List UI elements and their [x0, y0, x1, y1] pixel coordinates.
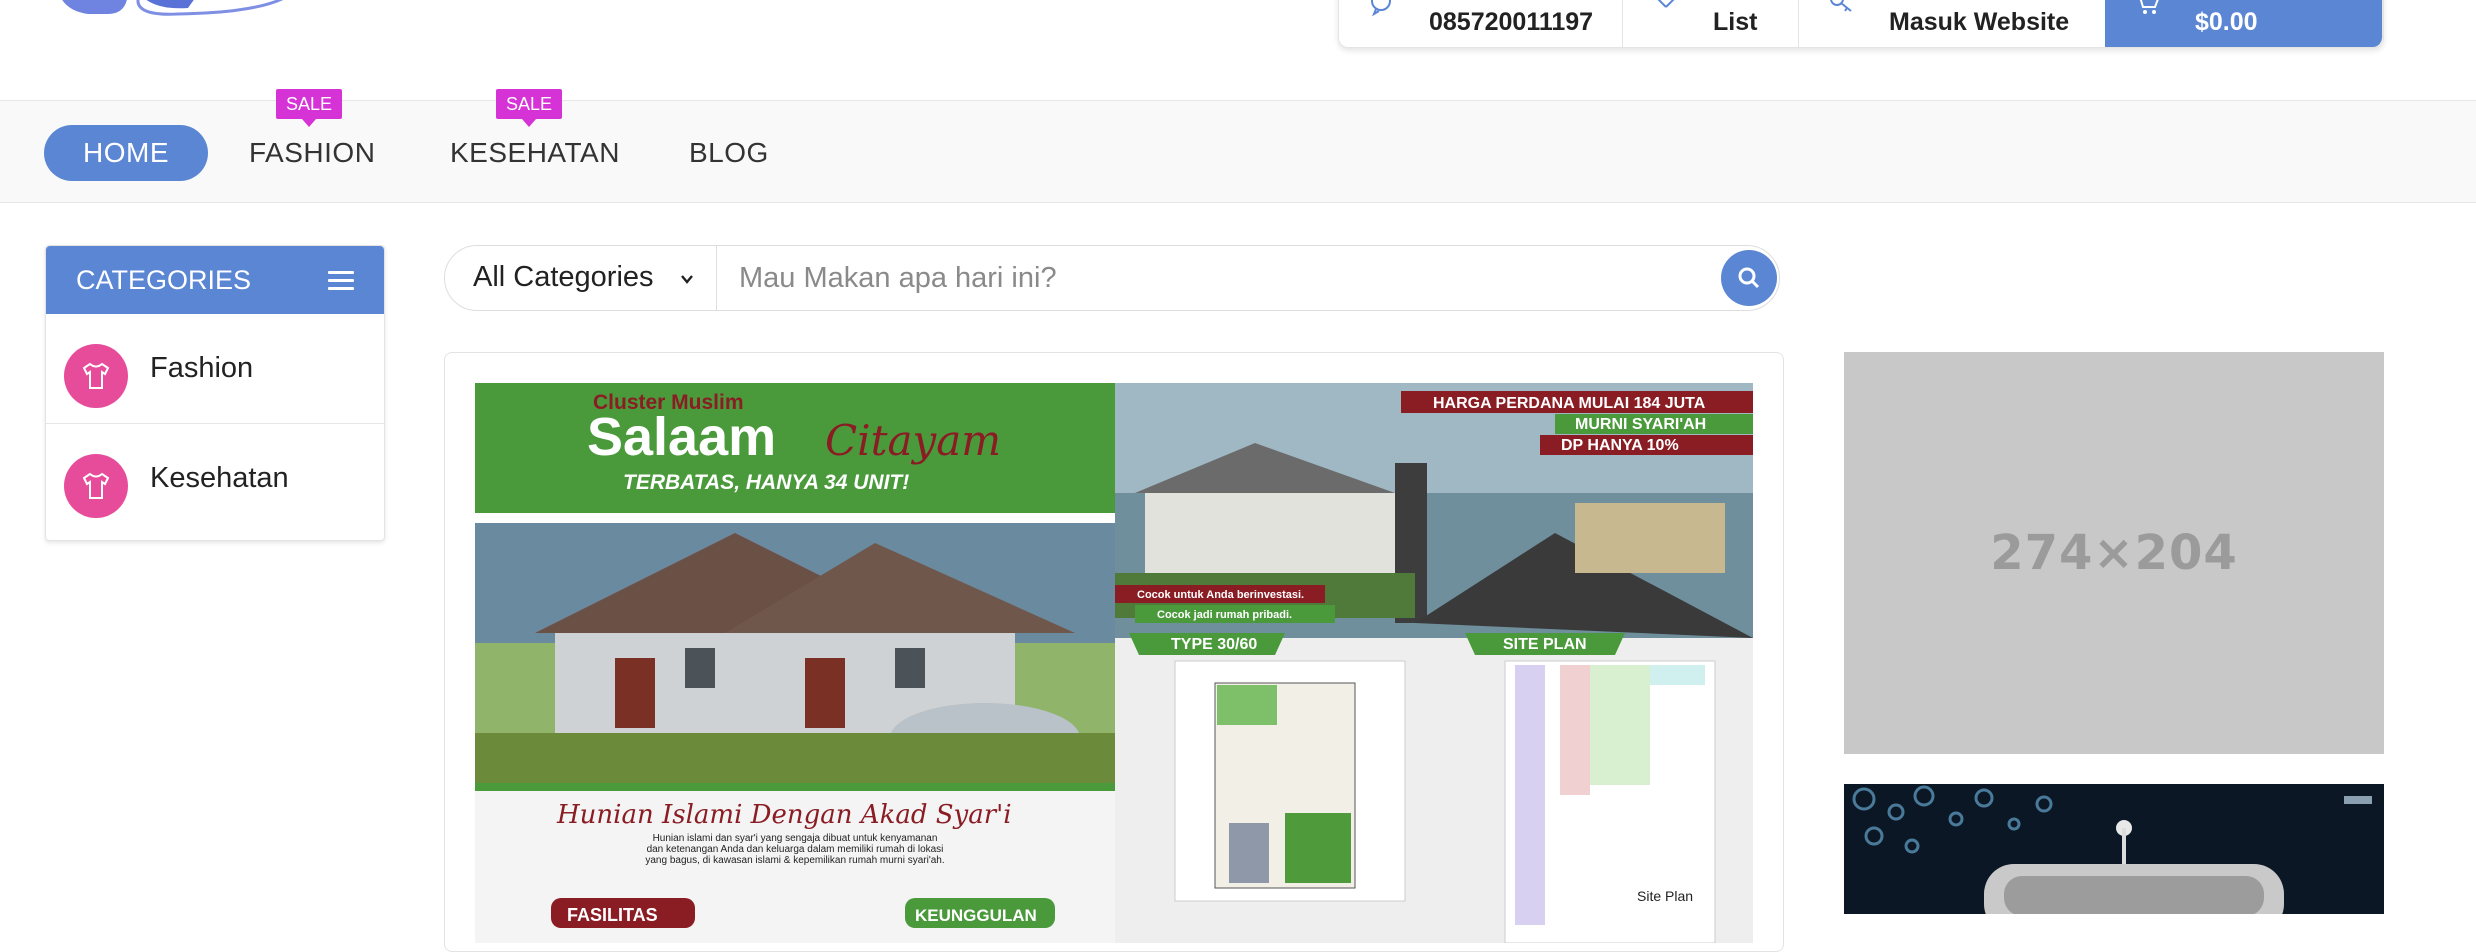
ad-placeholder-text: 274×204 [1990, 525, 2238, 581]
cart-button[interactable]: $0.00 [2105, 0, 2383, 47]
category-item-kesehatan[interactable]: Kesehatan [46, 424, 384, 534]
categories-title: CATEGORIES [76, 265, 252, 295]
tshirt-icon [64, 454, 128, 518]
banner-headline: Hunian Islami Dengan Akad Syar'i [556, 800, 1012, 830]
site-logo[interactable] [48, 0, 288, 22]
site-header: 085720011197 List Masuk Website $0.00 [0, 0, 2476, 100]
banner-title: Salaam [587, 407, 776, 467]
product-search: All Categories [444, 245, 1780, 311]
housing-promo-banner[interactable]: Cluster Muslim Salaam Citayam TERBATAS, … [475, 383, 1753, 943]
banner-keunggulan: KEUNGGULAN [915, 906, 1037, 925]
feature-2: MURNI SYARI'AH [1575, 416, 1706, 433]
main-nav: HOME FASHION KESEHATAN BLOG [0, 100, 2476, 203]
sale-badge-kesehatan: SALE [496, 89, 563, 127]
banner-left-artwork: Cluster Muslim Salaam Citayam TERBATAS, … [475, 383, 1115, 943]
product-photo [1844, 784, 2384, 914]
banner-fasilitas: FASILITAS [567, 905, 658, 925]
ad-placeholder[interactable]: 274×204 [1844, 352, 2384, 754]
login-link[interactable]: Masuk Website [1799, 0, 2105, 47]
key-icon [1829, 0, 1855, 17]
header-info-bar: 085720011197 List Masuk Website $0.00 [1338, 0, 2384, 48]
nav-kesehatan[interactable]: KESEHATAN [450, 125, 620, 181]
whatsapp-icon [1369, 0, 1395, 17]
wishlist-link[interactable]: List [1623, 0, 1799, 47]
banner-title-script: Citayam [825, 416, 1001, 465]
type-label: TYPE 30/60 [1171, 636, 1257, 653]
ad-product-image[interactable] [1844, 784, 2384, 914]
note-2: Cocok jadi rumah pribadi. [1157, 609, 1292, 621]
wishlist-label: List [1713, 8, 1758, 36]
search-button[interactable] [1721, 250, 1777, 306]
siteplan-label: SITE PLAN [1503, 636, 1587, 653]
category-select-value: All Categories [473, 261, 654, 293]
sale-badge-fashion: SALE [276, 89, 343, 127]
nav-fashion[interactable]: FASHION [249, 125, 375, 181]
login-label: Masuk Website [1889, 8, 2070, 36]
menu-icon[interactable] [328, 271, 354, 291]
heart-icon [1653, 0, 1679, 17]
banner-subtitle: TERBATAS, HANYA 34 UNIT! [623, 471, 909, 494]
chevron-down-icon [681, 275, 693, 284]
nav-blog[interactable]: BLOG [689, 125, 769, 181]
nav-home[interactable]: HOME [44, 125, 208, 181]
category-item-fashion[interactable]: Fashion [46, 314, 384, 424]
banner-right-artwork: HARGA PERDANA MULAI 184 JUTA MURNI SYARI… [1115, 383, 1753, 943]
category-select[interactable]: All Categories [445, 246, 717, 310]
cart-total: $0.00 [2195, 8, 2258, 36]
banner-body: Hunian islami dan syar'i yang sengaja di… [645, 833, 945, 866]
cart-icon [2135, 0, 2161, 17]
feature-3: DP HANYA 10% [1561, 437, 1679, 454]
siteplan-caption: Site Plan [1637, 888, 1693, 904]
main-banner-card: Cluster Muslim Salaam Citayam TERBATAS, … [444, 352, 1784, 952]
feature-1: HARGA PERDANA MULAI 184 JUTA [1433, 395, 1706, 412]
phone-contact[interactable]: 085720011197 [1339, 0, 1623, 47]
categories-panel: CATEGORIES Fashion Kesehatan [45, 245, 385, 541]
categories-header[interactable]: CATEGORIES [46, 246, 384, 314]
search-input[interactable] [717, 246, 1707, 310]
category-label: Fashion [150, 352, 254, 384]
category-label: Kesehatan [150, 462, 289, 494]
search-icon [1738, 267, 1760, 289]
phone-number: 085720011197 [1429, 8, 1594, 36]
tshirt-icon [64, 344, 128, 408]
note-1: Cocok untuk Anda berinvestasi. [1137, 589, 1304, 601]
